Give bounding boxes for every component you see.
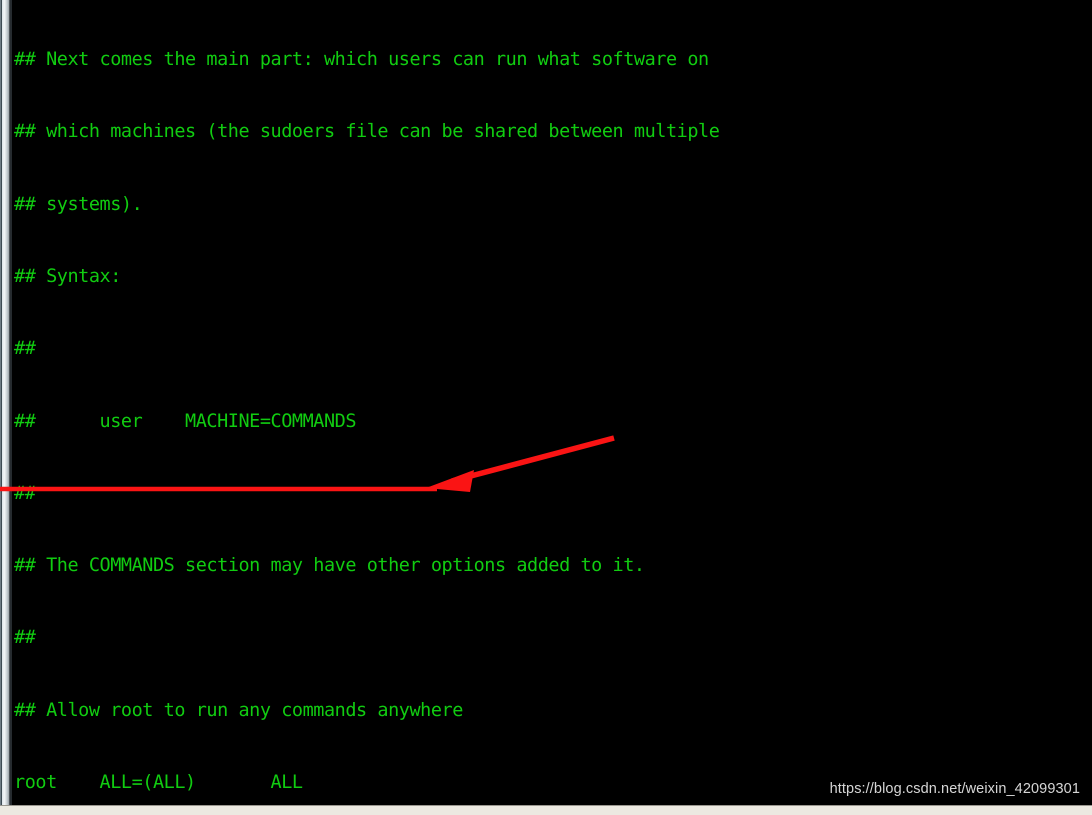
watermark-url: https://blog.csdn.net/weixin_42099301 [829,781,1080,797]
window-bottom-chrome [0,805,1092,815]
buffer-line: ## [14,338,36,360]
buffer-line: ## user MACHINE=COMMANDS [14,410,357,432]
buffer-line: ## Next comes the main part: which users… [14,49,709,71]
scrollbar-thumb[interactable] [2,0,9,806]
editor-text-buffer[interactable]: ## Next comes the main part: which users… [14,0,1092,815]
buffer-line: ## which machines (the sudoers file can … [14,121,720,143]
terminal-window[interactable]: ## Next comes the main part: which users… [0,0,1092,815]
buffer-line: ## Syntax: [14,266,121,288]
buffer-line: ## Allow root to run any commands anywhe… [14,699,463,721]
buffer-line: ## [14,482,36,504]
vertical-scrollbar[interactable] [0,0,12,806]
buffer-line: ## [14,627,36,649]
buffer-line: ## The COMMANDS section may have other o… [14,555,645,577]
buffer-line: ## systems). [14,193,143,215]
